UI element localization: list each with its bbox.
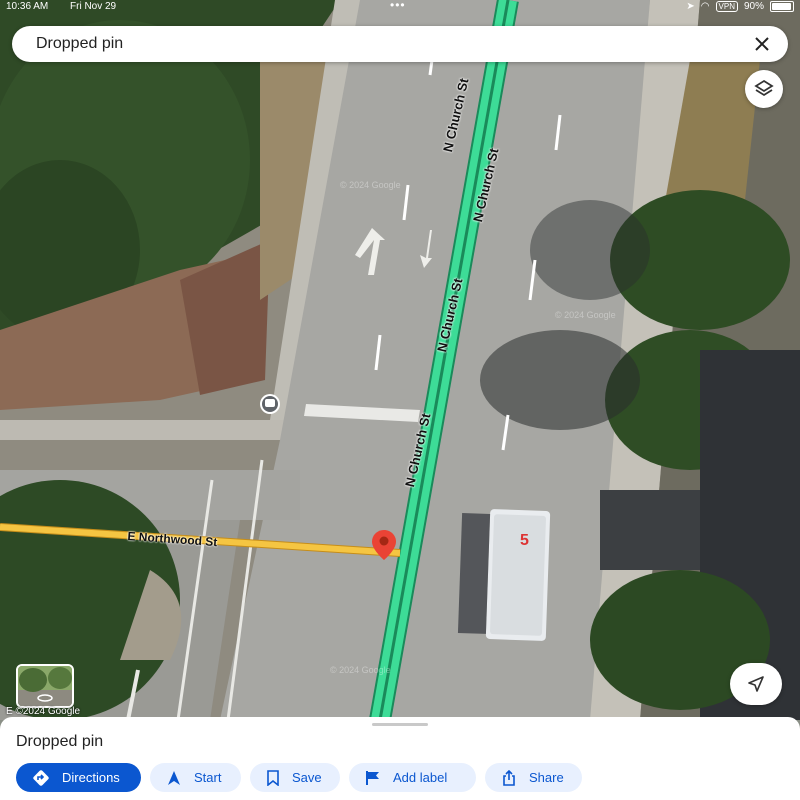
- bus-stop-icon: [260, 394, 280, 414]
- navigation-arrow-icon: [168, 770, 180, 785]
- status-bar: 10:36 AM Fri Nov 29 ••• ➤ ◠ VPN 90%: [0, 0, 800, 14]
- map-watermark: © 2024 Google: [340, 180, 401, 190]
- search-query[interactable]: Dropped pin: [36, 35, 744, 53]
- satellite-map[interactable]: N Church St N Church St N Church St N Ch…: [0, 0, 800, 720]
- share-button[interactable]: Share: [485, 763, 582, 792]
- bus-marking: 5: [520, 532, 529, 549]
- save-button[interactable]: Save: [250, 763, 340, 792]
- directions-icon: [33, 769, 49, 786]
- directions-button[interactable]: Directions: [16, 763, 141, 792]
- dropped-pin-icon[interactable]: [372, 530, 396, 560]
- map-watermark: © 2024 Google: [555, 310, 616, 320]
- layers-button[interactable]: [745, 70, 783, 108]
- my-location-button[interactable]: [730, 663, 782, 705]
- vpn-badge: VPN: [715, 1, 738, 12]
- battery-percent: 90%: [743, 1, 764, 12]
- directions-label: Directions: [62, 770, 120, 785]
- map-credit: E ©2024 Google: [6, 706, 81, 717]
- status-time: 10:36 AM: [6, 1, 49, 12]
- street-view-icon: [18, 666, 72, 706]
- flag-icon: [366, 770, 379, 785]
- start-label: Start: [194, 770, 222, 785]
- place-bottom-sheet[interactable]: Dropped pin Directions Start Save Add la…: [0, 717, 800, 800]
- bookmark-icon: [267, 769, 279, 786]
- search-bar[interactable]: Dropped pin: [12, 26, 788, 62]
- place-title: Dropped pin: [16, 733, 104, 750]
- location-arrow-icon: ➤: [686, 1, 695, 12]
- layers-icon: [754, 79, 774, 97]
- add-label-button[interactable]: Add label: [349, 763, 476, 792]
- save-label: Save: [292, 770, 322, 785]
- action-chips: Directions Start Save Add label Share: [16, 763, 582, 792]
- start-button[interactable]: Start: [150, 763, 241, 792]
- drag-handle[interactable]: [372, 723, 428, 726]
- share-label: Share: [529, 770, 564, 785]
- navigation-arrow-icon: [748, 676, 764, 692]
- status-date: Fri Nov 29: [70, 1, 117, 12]
- street-view-thumbnail[interactable]: [16, 664, 74, 708]
- map-canvas: [0, 0, 800, 720]
- share-icon: [503, 769, 515, 786]
- multitasking-dots-icon[interactable]: •••: [390, 0, 406, 12]
- battery-icon: [770, 1, 794, 12]
- add-label-label: Add label: [393, 770, 448, 785]
- close-icon[interactable]: [744, 26, 780, 62]
- wifi-icon: ◠: [700, 1, 710, 12]
- bus: [457, 509, 551, 641]
- map-watermark: © 2024 Google: [330, 665, 391, 675]
